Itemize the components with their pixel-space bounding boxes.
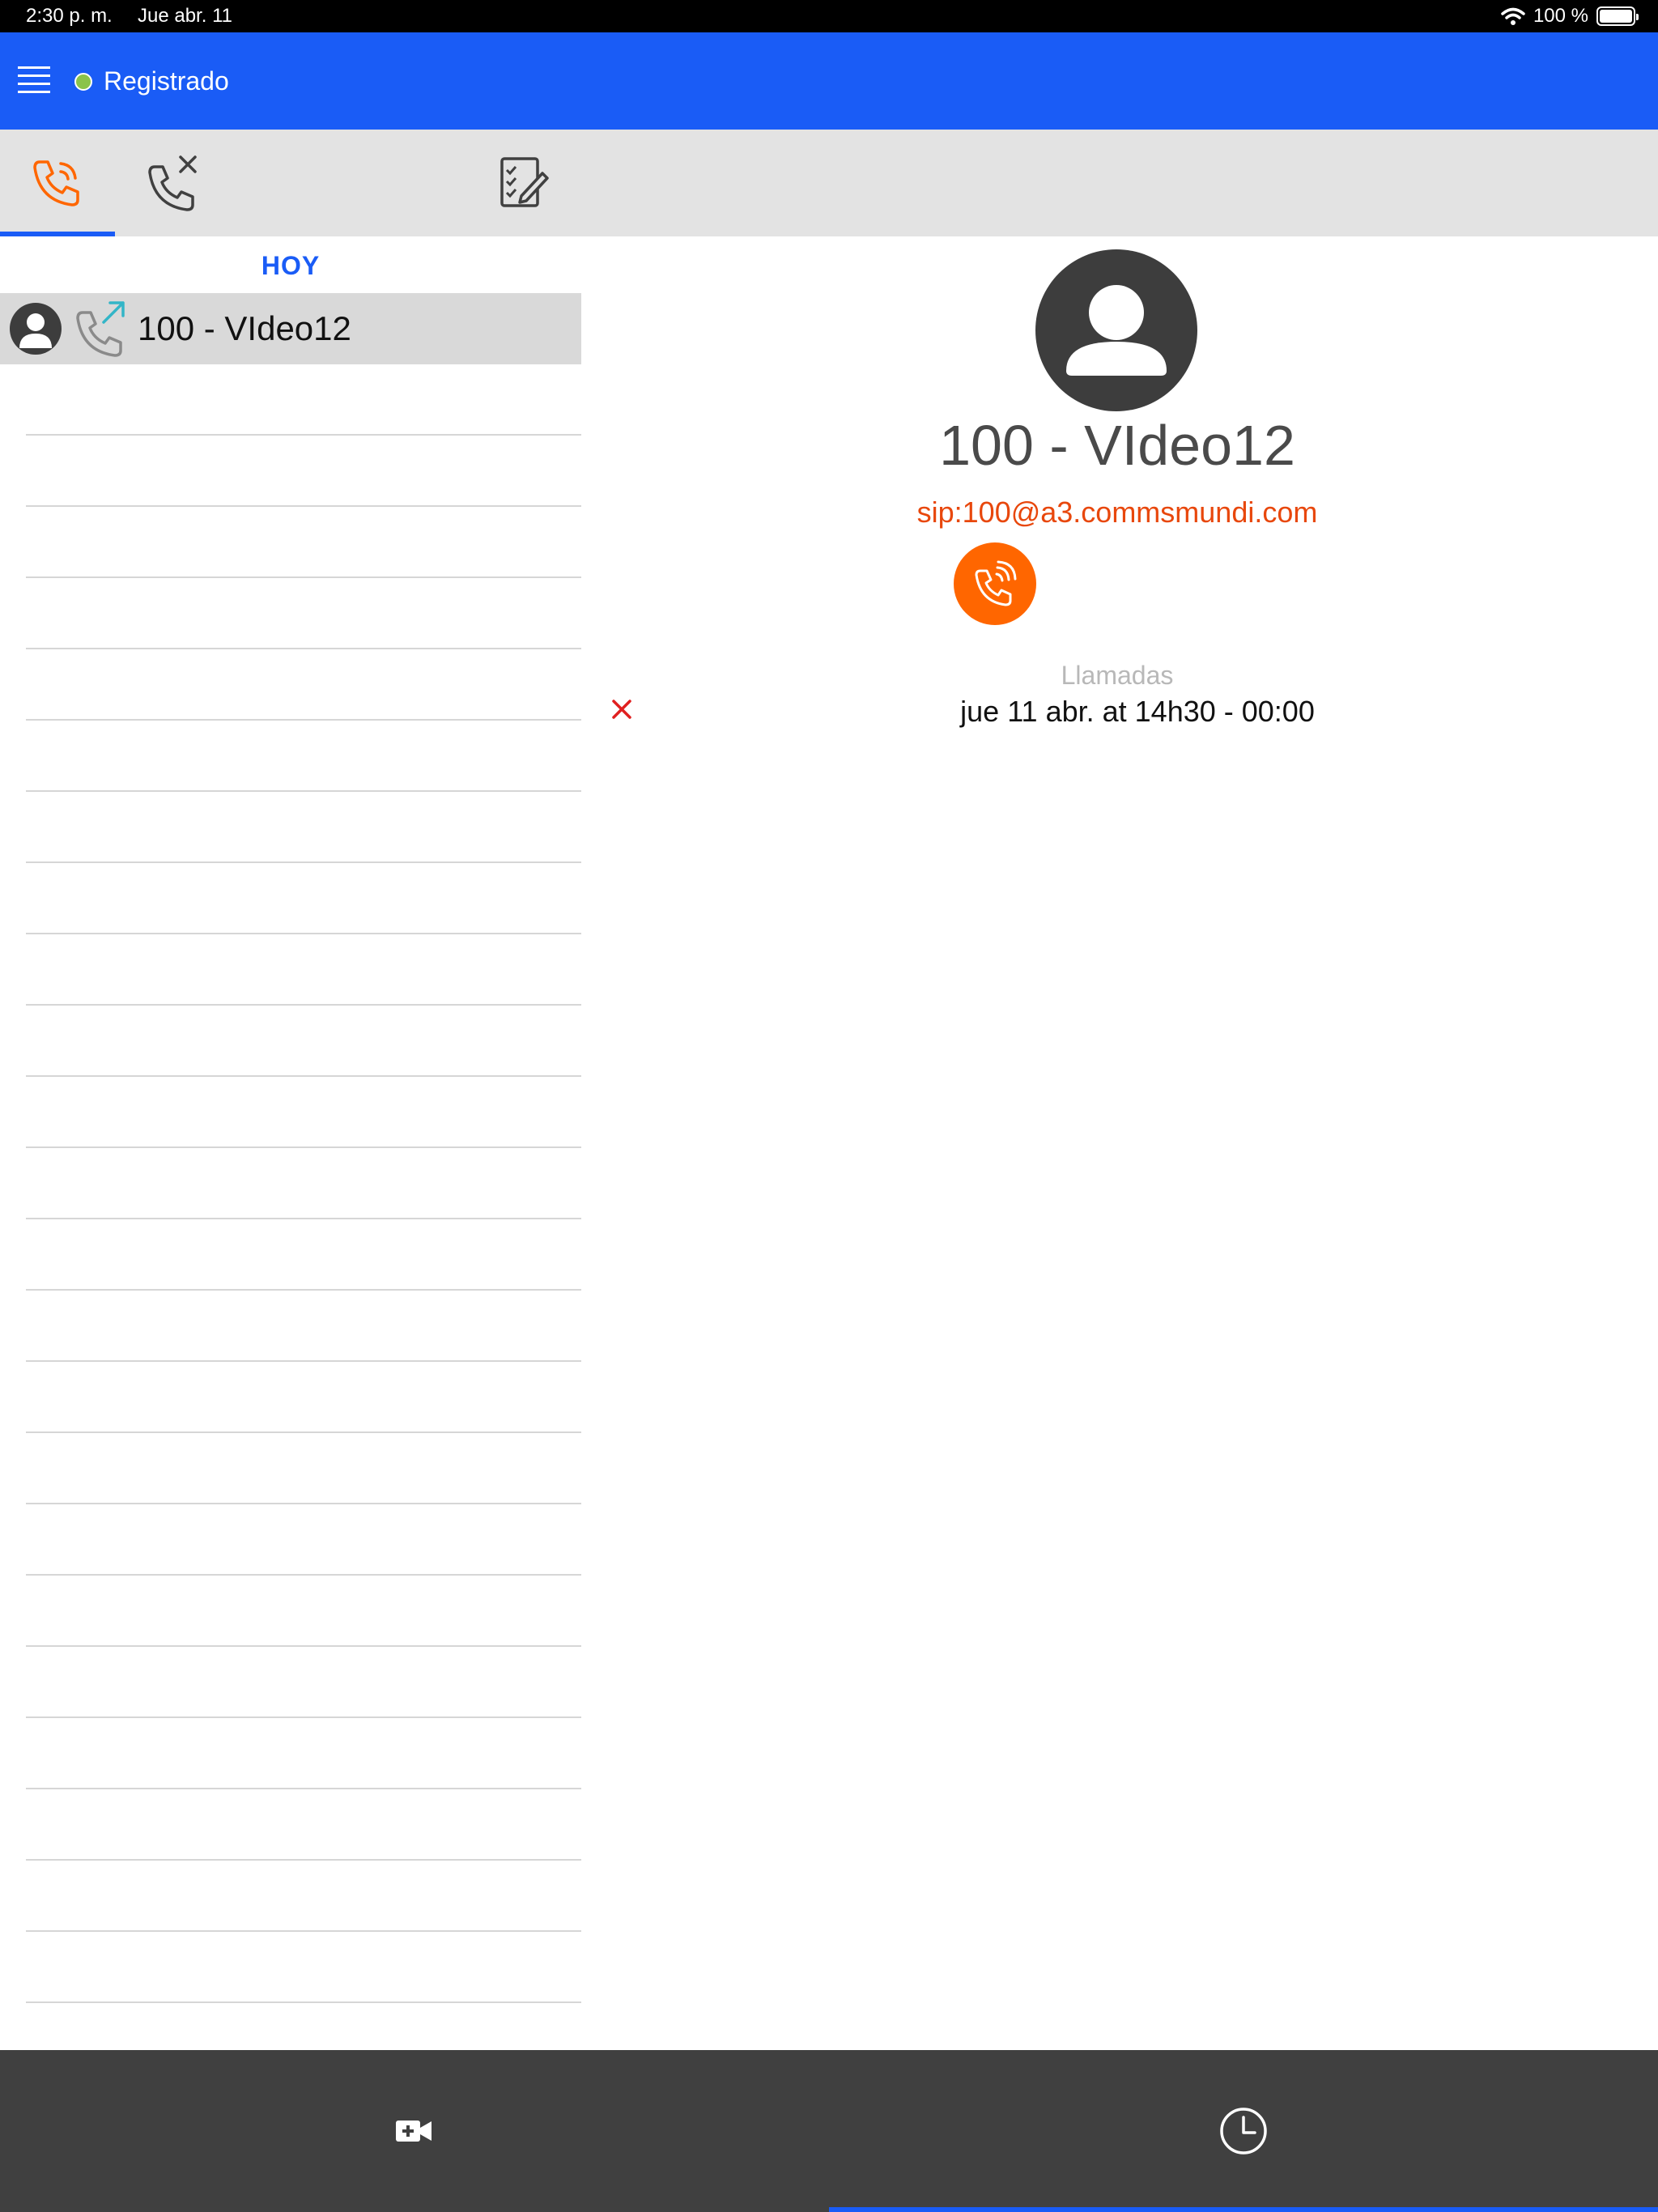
phone-history-icon — [33, 160, 79, 206]
battery-text: 100 % — [1533, 5, 1588, 27]
contact-avatar — [1035, 249, 1197, 411]
list-separator — [26, 1574, 581, 1576]
status-date: Jue abr. 11 — [138, 5, 232, 27]
call-button[interactable] — [954, 542, 1036, 625]
tab-missed-calls[interactable] — [115, 130, 230, 236]
call-log-entry: jue 11 abr. at 14h30 - 00:00 — [960, 695, 1315, 728]
list-separator — [26, 2001, 581, 2003]
missed-call-icon — [148, 155, 197, 211]
bottom-nav — [0, 2050, 1658, 2212]
list-separator — [26, 1431, 581, 1433]
contact-name: 100 - VIdeo12 — [939, 414, 1295, 477]
list-separator — [26, 1075, 581, 1077]
battery-icon — [1596, 6, 1639, 26]
menu-icon[interactable] — [18, 63, 50, 96]
list-separator — [26, 648, 581, 649]
list-separator — [26, 861, 581, 863]
list-separator — [26, 719, 581, 721]
list-separator — [26, 1645, 581, 1647]
wifi-icon — [1501, 7, 1525, 25]
bottom-tab-video[interactable] — [0, 2050, 829, 2212]
calls-section-title: Llamadas — [1061, 661, 1174, 690]
list-separator — [26, 1289, 581, 1291]
battery-fill — [1600, 10, 1632, 23]
app-header: Registrado — [0, 32, 1658, 130]
video-call-icon — [396, 2121, 432, 2142]
list-separator — [26, 1930, 581, 1932]
person-icon — [19, 313, 52, 348]
avatar — [10, 303, 62, 355]
bottom-tab-history[interactable] — [829, 2050, 1658, 2212]
phone-ringing-icon — [975, 560, 1017, 606]
tab-bar — [0, 130, 1658, 236]
list-separator — [26, 1360, 581, 1362]
tab-checklist[interactable] — [466, 130, 580, 236]
section-header: HOY — [261, 251, 321, 280]
delete-call-icon[interactable] — [609, 696, 635, 722]
list-separator — [26, 1146, 581, 1148]
list-separator — [26, 1218, 581, 1219]
status-bar: 2:30 p. m. Jue abr. 11 100 % — [0, 0, 1658, 32]
list-separator — [26, 1788, 581, 1789]
call-row[interactable]: 100 - VIdeo12 — [0, 293, 581, 364]
person-icon — [1066, 285, 1167, 376]
contact-sip-address[interactable]: sip:100@a3.commsmundi.com — [810, 496, 1425, 530]
list-separator — [26, 1716, 581, 1718]
list-separator — [26, 576, 581, 578]
bottom-active-indicator — [829, 2207, 1658, 2212]
list-separator — [26, 1004, 581, 1006]
status-time: 2:30 p. m. — [26, 5, 113, 27]
list-separator — [26, 434, 581, 436]
registration-status: Registrado — [104, 66, 229, 96]
call-row-label: 100 - VIdeo12 — [138, 309, 351, 347]
status-indicators: 100 % — [1501, 5, 1639, 28]
clock-icon — [1220, 2108, 1267, 2155]
list-separator — [26, 1859, 581, 1861]
outgoing-call-icon — [76, 301, 125, 357]
list-separator — [26, 790, 581, 792]
call-list: HOY 100 - VIdeo12 — [0, 236, 581, 2050]
registration-status-dot — [74, 73, 92, 91]
checklist-edit-icon — [500, 157, 549, 207]
list-separator — [26, 1503, 581, 1504]
tab-call-history[interactable] — [0, 130, 115, 236]
list-separator — [26, 933, 581, 934]
list-separator — [26, 505, 581, 507]
